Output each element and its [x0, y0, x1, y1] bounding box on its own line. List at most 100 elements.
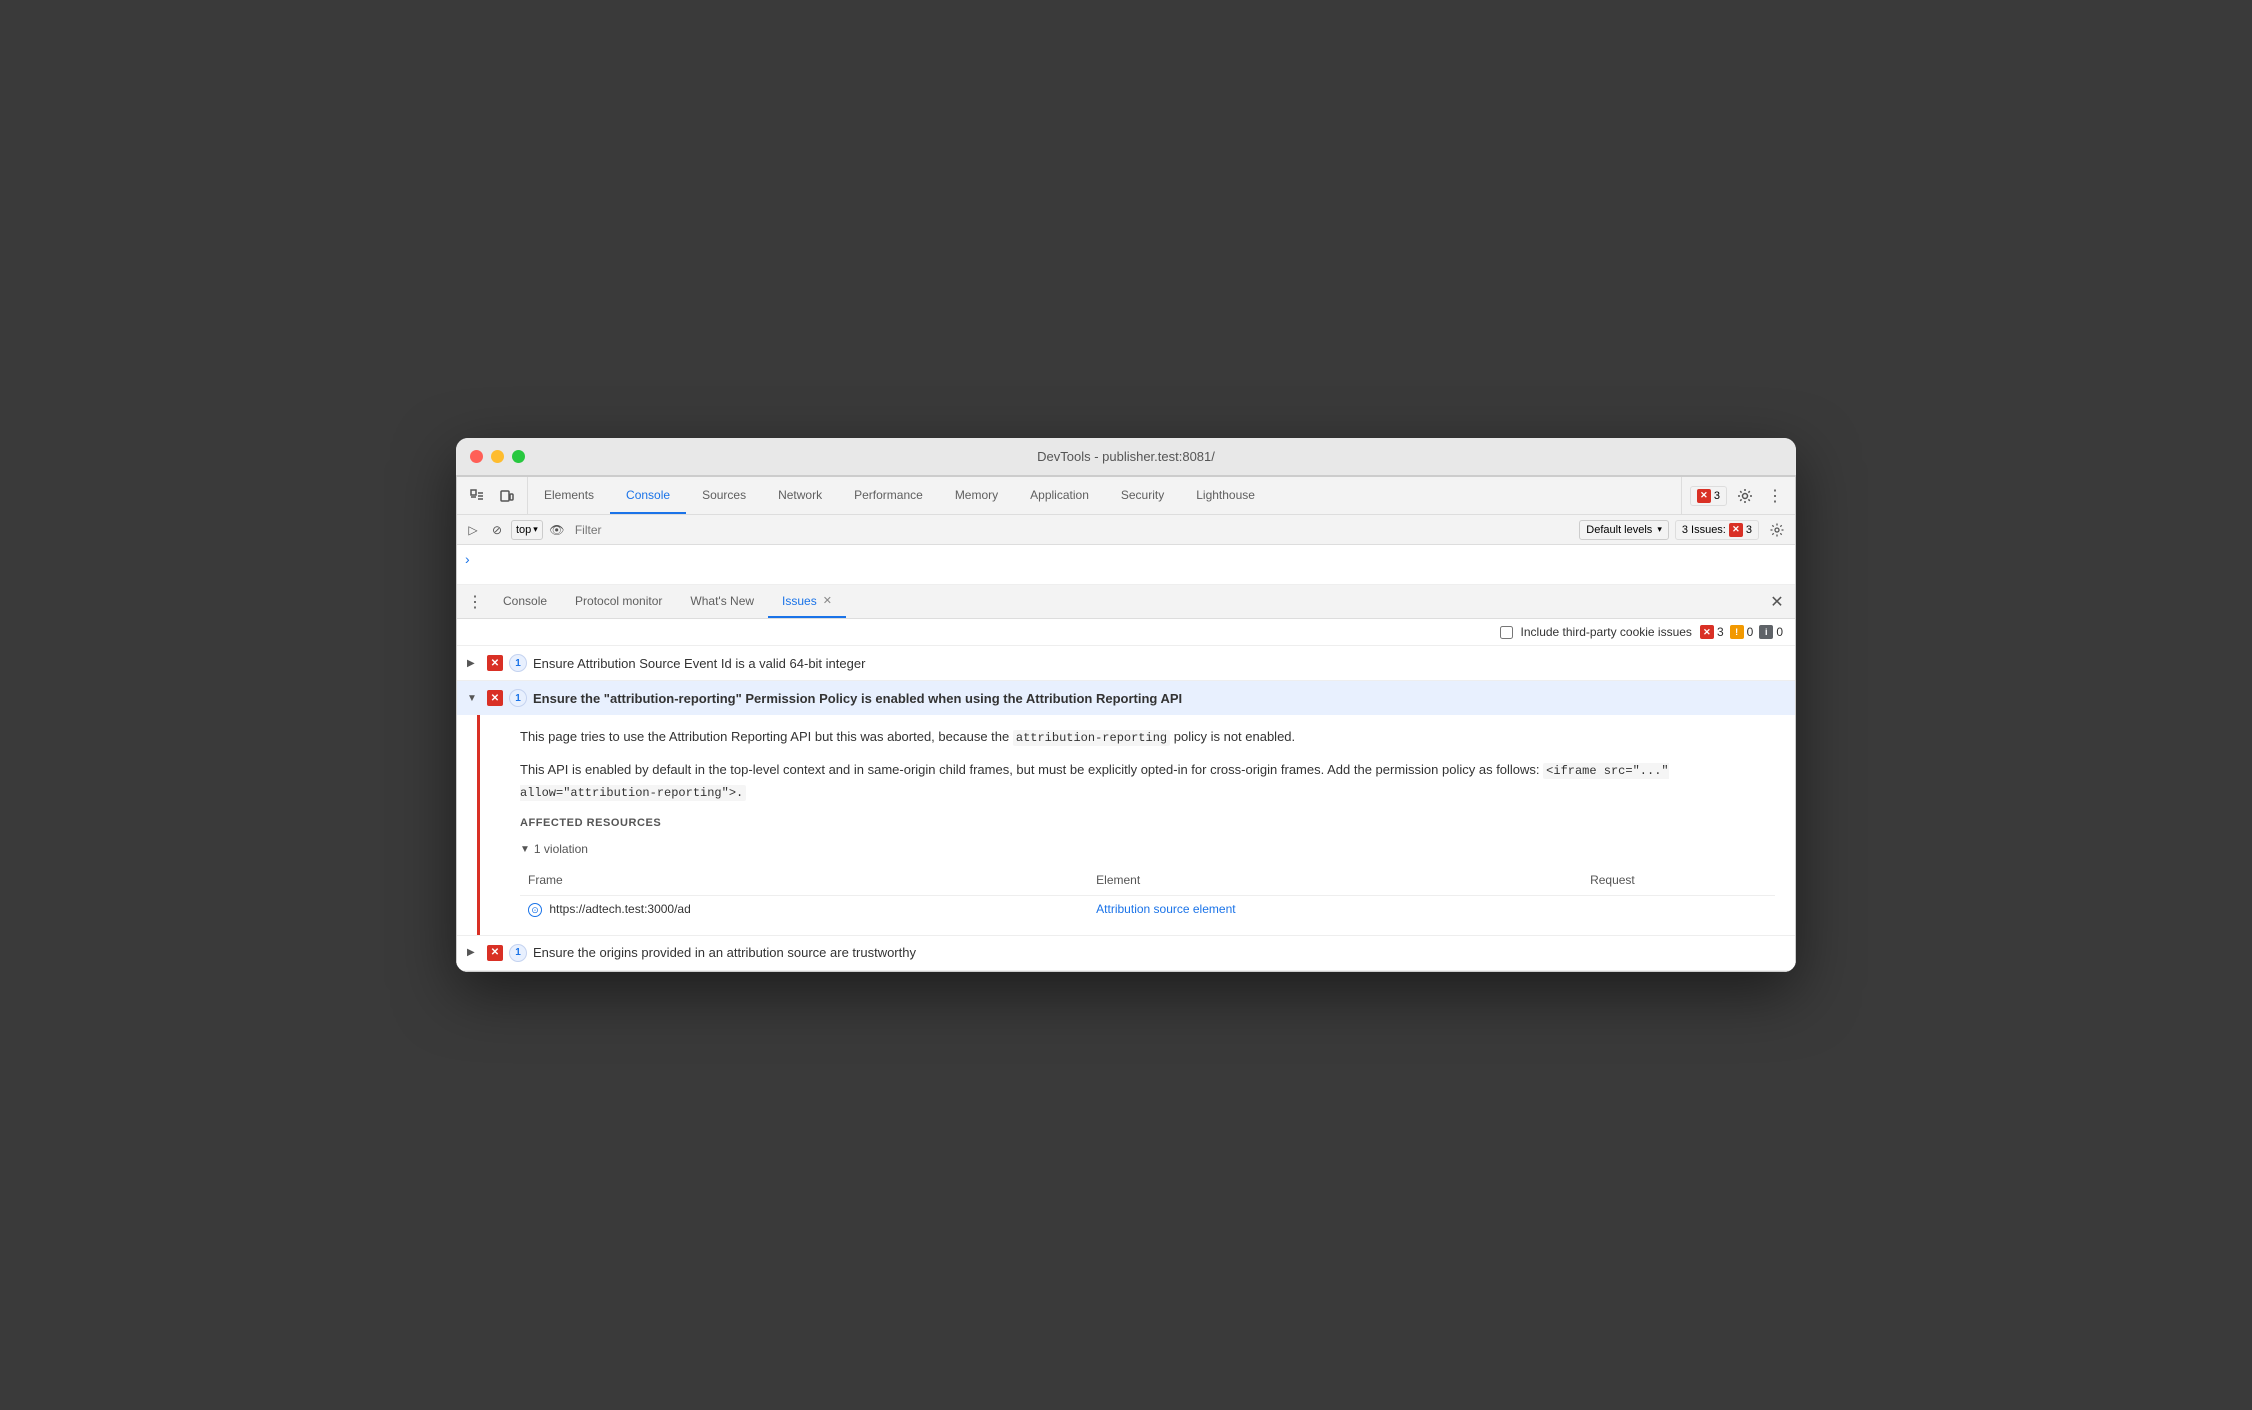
top-navigation: Elements Console Sources Network Perform… [457, 477, 1795, 515]
close-drawer-button[interactable]: ✕ [1763, 585, 1791, 618]
issue-description-1: This page tries to use the Attribution R… [520, 727, 1775, 748]
resources-table-header-row: Frame Element Request [520, 867, 1775, 895]
issues-badge[interactable]: ✕ 3 [1690, 486, 1727, 506]
resource-row-1: ⊙ https://adtech.test:3000/ad Attributio… [520, 895, 1775, 923]
tab-sources[interactable]: Sources [686, 477, 762, 514]
console-settings-button[interactable] [1765, 518, 1789, 542]
toolbar-issues-badge[interactable]: 3 Issues: ✕ 3 [1675, 520, 1759, 540]
violation-label: 1 violation [534, 840, 588, 859]
resource-frame: ⊙ https://adtech.test:3000/ad [520, 895, 1088, 923]
more-options-button[interactable]: ⋮ [1763, 484, 1787, 508]
issue-count-2: 1 [509, 689, 527, 707]
issue-header-3[interactable]: ▶ ✕ 1 Ensure the origins provided in an … [457, 936, 1795, 970]
settings-button[interactable] [1733, 484, 1757, 508]
close-issues-tab-button[interactable]: ✕ [823, 594, 832, 607]
drawer-tab-issues[interactable]: Issues ✕ [768, 585, 846, 618]
issue-header-2[interactable]: ▼ ✕ 1 Ensure the "attribution-reporting"… [457, 681, 1795, 715]
inspect-element-button[interactable] [465, 484, 489, 508]
maximize-button[interactable] [512, 450, 525, 463]
tab-network[interactable]: Network [762, 477, 838, 514]
issue-item-2: ▼ ✕ 1 Ensure the "attribution-reporting"… [457, 681, 1795, 936]
context-selector[interactable]: top ▾ [511, 520, 543, 540]
drawer-tab-protocol[interactable]: Protocol monitor [561, 585, 676, 618]
eye-button[interactable]: 👁 [547, 520, 567, 540]
toolbar-issues-label: 3 Issues: [1682, 524, 1726, 536]
issue-header-1[interactable]: ▶ ✕ 1 Ensure Attribution Source Event Id… [457, 646, 1795, 680]
tab-application[interactable]: Application [1014, 477, 1105, 514]
expand-arrow-2: ▼ [467, 693, 481, 704]
resource-request [1582, 895, 1775, 923]
window-title: DevTools - publisher.test:8081/ [1037, 449, 1215, 464]
frame-icon: ⊙ [528, 903, 542, 917]
include-third-party-label[interactable]: Include third-party cookie issues [1521, 625, 1692, 639]
nav-right-tools: ✕ 3 ⋮ [1681, 477, 1795, 514]
issue-item-1: ▶ ✕ 1 Ensure Attribution Source Event Id… [457, 646, 1795, 681]
console-prompt-area: › [457, 545, 1795, 585]
include-third-party-checkbox[interactable] [1500, 626, 1513, 639]
main-tabs: Elements Console Sources Network Perform… [528, 477, 1681, 514]
issue-item-3: ▶ ✕ 1 Ensure the origins provided in an … [457, 936, 1795, 971]
drawer-tabs: ⋮ Console Protocol monitor What's New Is… [457, 585, 1795, 619]
filter-input[interactable] [571, 523, 1575, 537]
minimize-button[interactable] [491, 450, 504, 463]
default-levels-selector[interactable]: Default levels ▾ [1579, 520, 1669, 540]
error-count-badge: ✕ 3 [1700, 625, 1724, 639]
clear-console-button[interactable]: ▷ [463, 520, 483, 540]
error-count: 3 [1717, 625, 1724, 639]
device-toolbar-button[interactable] [495, 484, 519, 508]
issue-error-icon-2: ✕ [487, 690, 503, 706]
count-badges: ✕ 3 ! 0 i 0 [1700, 625, 1783, 639]
tab-security[interactable]: Security [1105, 477, 1180, 514]
tab-performance[interactable]: Performance [838, 477, 939, 514]
warn-badge-icon: ! [1730, 625, 1744, 639]
issue-count-3: 1 [509, 944, 527, 962]
issue-count-1: 1 [509, 654, 527, 672]
issue-title-1: Ensure Attribution Source Event Id is a … [533, 656, 865, 671]
levels-label: Default levels [1586, 524, 1652, 536]
issues-panel: Include third-party cookie issues ✕ 3 ! … [457, 619, 1795, 971]
levels-arrow: ▾ [1657, 524, 1662, 535]
warn-count: 0 [1747, 625, 1754, 639]
titlebar: DevTools - publisher.test:8081/ [456, 438, 1796, 476]
issue-detail-2: This page tries to use the Attribution R… [477, 715, 1795, 935]
drawer-tab-console[interactable]: Console [489, 585, 561, 618]
col-frame: Frame [520, 867, 1088, 895]
prohibit-button[interactable]: ⊘ [487, 520, 507, 540]
issues-count: 3 [1714, 490, 1720, 502]
expand-arrow-3: ▶ [467, 947, 481, 958]
code-attribution-reporting: attribution-reporting [1013, 730, 1170, 746]
violation-arrow: ▼ [520, 842, 530, 858]
info-count: 0 [1776, 625, 1783, 639]
issue-error-icon-3: ✕ [487, 945, 503, 961]
tab-console[interactable]: Console [610, 477, 686, 514]
devtools-window: DevTools - publisher.test:8081/ [456, 438, 1796, 972]
console-toolbar: ▷ ⊘ top ▾ 👁 Default levels ▾ 3 Issues: ✕… [457, 515, 1795, 545]
include-row: Include third-party cookie issues ✕ 3 ! … [457, 619, 1795, 646]
warn-count-badge: ! 0 [1730, 625, 1754, 639]
affected-resources: AFFECTED RESOURCES ▼ 1 violation Frame E… [520, 815, 1775, 923]
devtools-body: Elements Console Sources Network Perform… [456, 476, 1796, 972]
resources-table-head: Frame Element Request [520, 867, 1775, 895]
attribution-source-link[interactable]: Attribution source element [1096, 902, 1235, 916]
context-label: top [516, 524, 531, 536]
toolbar-error-icon: ✕ [1729, 523, 1743, 537]
nav-left-tools [457, 477, 528, 514]
error-icon: ✕ [1697, 489, 1711, 503]
affected-label: AFFECTED RESOURCES [520, 815, 1775, 833]
error-badge-icon: ✕ [1700, 625, 1714, 639]
tab-memory[interactable]: Memory [939, 477, 1014, 514]
drawer-tab-whatsnew[interactable]: What's New [676, 585, 768, 618]
tab-elements[interactable]: Elements [528, 477, 610, 514]
toolbar-issues-num: 3 [1746, 524, 1752, 536]
resource-element: Attribution source element [1088, 895, 1582, 923]
issue-title-3: Ensure the origins provided in an attrib… [533, 945, 916, 960]
tab-lighthouse[interactable]: Lighthouse [1180, 477, 1271, 514]
info-count-badge: i 0 [1759, 625, 1783, 639]
issue-title-2: Ensure the "attribution-reporting" Permi… [533, 691, 1182, 706]
close-button[interactable] [470, 450, 483, 463]
toolbar-right: Default levels ▾ 3 Issues: ✕ 3 [1579, 518, 1789, 542]
violation-row[interactable]: ▼ 1 violation [520, 840, 1775, 859]
window-controls [470, 450, 525, 463]
info-badge-icon: i [1759, 625, 1773, 639]
drawer-menu-button[interactable]: ⋮ [461, 585, 489, 618]
